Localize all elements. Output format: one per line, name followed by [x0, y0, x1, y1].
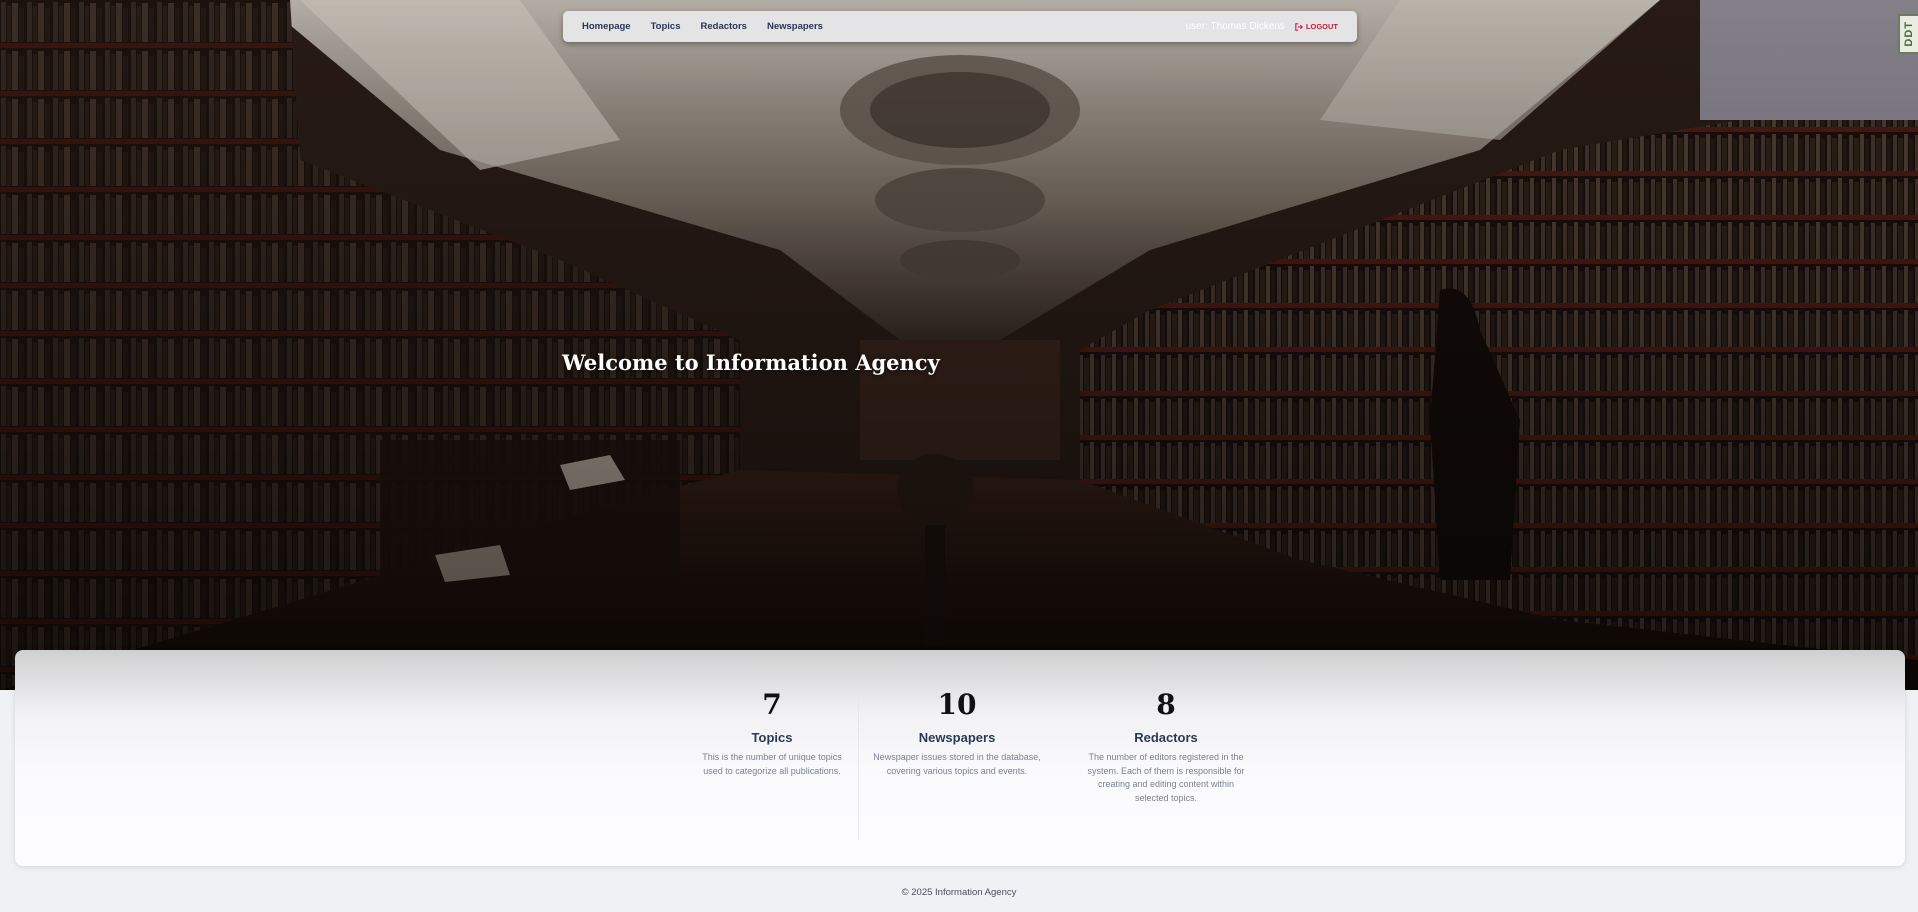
stat-divider	[858, 690, 859, 840]
stat-newspapers: 10 Newspapers Newspaper issues stored in…	[867, 688, 1047, 778]
hero-overlay	[0, 0, 1918, 690]
stat-redactors: 8 Redactors The number of editors regist…	[1085, 688, 1247, 805]
user-label: user: Thomas Dickens	[1185, 21, 1285, 32]
top-navbar: Homepage Topics Redactors Newspapers use…	[563, 11, 1357, 42]
stats-card: 7 Topics This is the number of unique to…	[15, 650, 1905, 866]
stat-title: Newspapers	[918, 730, 996, 745]
hero-section	[0, 0, 1918, 690]
nav-link-topics[interactable]: Topics	[651, 21, 681, 32]
corner-badge-label: DDT	[1903, 21, 1915, 47]
footer-copyright: © 2025 Information Agency	[901, 887, 1017, 898]
stat-description: This is the number of unique topics used…	[702, 752, 842, 776]
stat-title: Topics	[751, 730, 793, 745]
nav-links: Homepage Topics Redactors Newspapers	[582, 21, 823, 32]
stat-number: 7	[762, 688, 782, 721]
logout-button[interactable]: LOGOUT	[1295, 22, 1338, 31]
corner-badge[interactable]: DDT	[1898, 14, 1918, 54]
stat-number: 10	[937, 688, 977, 721]
nav-link-homepage[interactable]: Homepage	[582, 21, 631, 32]
stat-description: Newspaper issues stored in the database,…	[873, 752, 1041, 776]
stat-title: Redactors	[1134, 730, 1198, 745]
nav-link-newspapers[interactable]: Newspapers	[767, 21, 823, 32]
logout-label: LOGOUT	[1305, 22, 1338, 31]
stat-topics: 7 Topics This is the number of unique to…	[667, 688, 877, 778]
hero-title: Welcome to Information Agency	[562, 350, 940, 375]
nav-link-redactors[interactable]: Redactors	[701, 21, 747, 32]
stat-number: 8	[1156, 688, 1176, 721]
stat-description: The number of editors registered in the …	[1087, 752, 1245, 803]
nav-user-area: user: Thomas Dickens LOGOUT	[1186, 21, 1338, 32]
logout-icon	[1295, 22, 1303, 31]
